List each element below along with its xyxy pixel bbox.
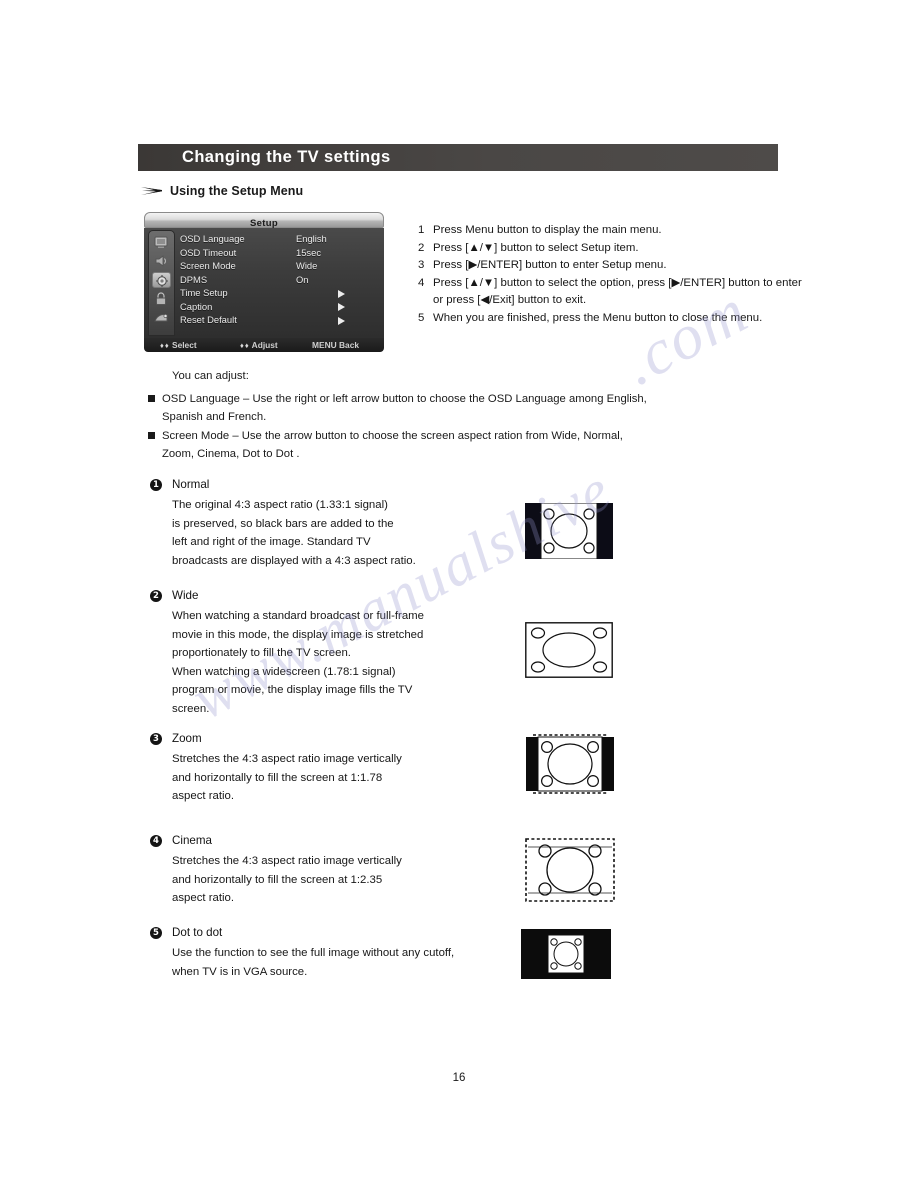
mode-number-badge: 4 <box>150 835 162 847</box>
manual-page: .com www.manualshive Changing the TV set… <box>0 0 918 1188</box>
step-item-1: 1 Press Menu button to display the main … <box>418 222 888 240</box>
mode-title: Zoom <box>172 732 202 745</box>
step-text: Press [▲/▼] button to select the option,… <box>433 276 802 289</box>
osd-row-dpms[interactable]: DPMS On <box>180 273 380 287</box>
mode-description: When watching a standard broadcast or fu… <box>172 610 424 715</box>
osd-row-screen-mode[interactable]: Screen Mode Wide <box>180 259 380 273</box>
chevron-right-icon <box>338 289 345 298</box>
source-icon[interactable] <box>152 310 171 326</box>
osd-row-value: Wide <box>296 260 318 271</box>
osd-footer-bar: ♦♦ Select ♦♦ Adjust MENU Back <box>144 338 384 352</box>
step-text: When you are finished, press the Menu bu… <box>433 311 763 324</box>
dot-to-dot-aspect-diagram <box>521 929 611 979</box>
step-text-line2: or press [◀/Exit] button to exit. <box>433 294 587 306</box>
mode-title: Normal <box>172 478 210 491</box>
mode-number-badge: 5 <box>150 927 162 939</box>
mode-description: Stretches the 4:3 aspect ratio image ver… <box>172 855 402 905</box>
osd-row-label: OSD Language <box>180 233 245 244</box>
step-item-4: 4 Press [▲/▼] button to select the optio… <box>418 275 888 310</box>
step-item-2: 2 Press [▲/▼] button to select Setup ite… <box>418 240 888 258</box>
adjust-bullet-line2: Spanish and French. <box>162 410 267 423</box>
adjust-bullet-screen-mode: Screen Mode – Use the arrow button to ch… <box>148 428 808 463</box>
chevron-right-icon <box>338 303 345 311</box>
osd-row-label: Time Setup <box>180 287 228 298</box>
osd-row-list: OSD Language English OSD Timeout 15sec S… <box>180 232 380 327</box>
cinema-aspect-diagram <box>524 837 616 903</box>
step-number: 1 <box>418 224 425 236</box>
osd-row-label: Screen Mode <box>180 260 236 271</box>
mode-title: Wide <box>172 589 199 602</box>
page-header-band: Changing the TV settings <box>138 144 778 171</box>
osd-row-label: Reset Default <box>180 314 237 325</box>
mode-description: Use the function to see the full image w… <box>172 947 455 978</box>
osd-row-label: Caption <box>180 300 213 312</box>
step-text: Press [▶/ENTER] button to enter Setup me… <box>433 259 667 271</box>
mode-title: Dot to dot <box>172 926 223 939</box>
osd-icon-sidebar <box>148 230 175 336</box>
osd-footer-adjust: ♦♦ Adjust <box>240 338 278 352</box>
square-bullet-icon <box>148 395 155 402</box>
leftright-arrow-glyph: ♦♦ <box>240 341 250 350</box>
mode-title: Cinema <box>172 834 212 847</box>
sound-icon[interactable] <box>152 253 171 269</box>
osd-body: OSD Language English OSD Timeout 15sec S… <box>144 228 384 338</box>
osd-row-value: English <box>296 233 327 244</box>
adjust-bullet-line1: Screen Mode – Use the arrow button to ch… <box>162 430 623 442</box>
step-number: 5 <box>418 311 425 324</box>
page-number: 16 <box>452 1072 466 1084</box>
osd-footer-back-label: MENU Back <box>312 340 360 350</box>
osd-footer-select-label: Select <box>171 340 197 350</box>
osd-row-osd-language[interactable]: OSD Language English <box>180 232 380 246</box>
step-item-5: 5 When you are finished, press the Menu … <box>418 310 888 328</box>
step-text: Press Menu button to display the main me… <box>433 224 662 236</box>
mode-number-badge: 2 <box>150 590 162 602</box>
chevron-right-icon <box>338 316 345 325</box>
dart-arrow-icon <box>141 187 162 195</box>
normal-aspect-diagram <box>525 503 613 559</box>
step-item-3: 3 Press [▶/ENTER] button to enter Setup … <box>418 257 888 275</box>
osd-row-time-setup[interactable]: Time Setup <box>180 286 380 300</box>
watermark-overlay: .com www.manualshive <box>0 0 918 1188</box>
step-number: 4 <box>418 276 425 289</box>
osd-setup-menu-screenshot: Setup OSD Language English OSD Timeout 1… <box>144 212 384 354</box>
adjust-bullet-osd-language: OSD Language – Use the right or left arr… <box>148 391 808 426</box>
square-bullet-icon <box>148 432 155 439</box>
adjust-bullet-line2: Zoom, Cinema, Dot to Dot . <box>162 447 300 460</box>
osd-row-label: DPMS <box>180 273 208 285</box>
osd-footer-select: ♦♦ Select <box>160 338 197 352</box>
step-text: Press [▲/▼] button to select Setup item. <box>433 241 639 254</box>
section-heading: Using the Setup Menu <box>141 184 303 198</box>
osd-row-caption[interactable]: Caption <box>180 300 380 314</box>
zoom-aspect-diagram <box>525 733 615 795</box>
adjust-bullet-line1: OSD Language – Use the right or left arr… <box>162 393 647 405</box>
setup-icon[interactable] <box>152 272 171 288</box>
osd-row-label: OSD Timeout <box>180 246 237 258</box>
osd-row-osd-timeout[interactable]: OSD Timeout 15sec <box>180 246 380 260</box>
updown-arrow-glyph: ♦♦ <box>160 341 170 350</box>
mode-description: The original 4:3 aspect ratio (1.33:1 si… <box>172 499 416 567</box>
page-title: Changing the TV settings <box>182 148 391 166</box>
mode-number-badge: 1 <box>150 479 162 491</box>
setup-steps-list: 1 Press Menu button to display the main … <box>418 222 888 327</box>
osd-row-reset-default[interactable]: Reset Default <box>180 313 380 327</box>
mode-number-badge: 3 <box>150 733 162 745</box>
osd-row-value: 15sec <box>296 246 322 258</box>
lock-icon[interactable] <box>152 291 171 307</box>
osd-titlebar: Setup <box>144 212 384 229</box>
wide-aspect-diagram <box>525 622 613 678</box>
picture-icon[interactable] <box>152 234 171 250</box>
adjust-intro-label: You can adjust: <box>172 370 249 382</box>
section-heading-label: Using the Setup Menu <box>170 184 304 198</box>
step-number: 2 <box>418 241 425 254</box>
mode-description: Stretches the 4:3 aspect ratio image ver… <box>172 753 402 803</box>
osd-row-value: On <box>296 273 309 285</box>
step-number: 3 <box>418 259 425 271</box>
osd-footer-adjust-label: Adjust <box>251 340 278 350</box>
